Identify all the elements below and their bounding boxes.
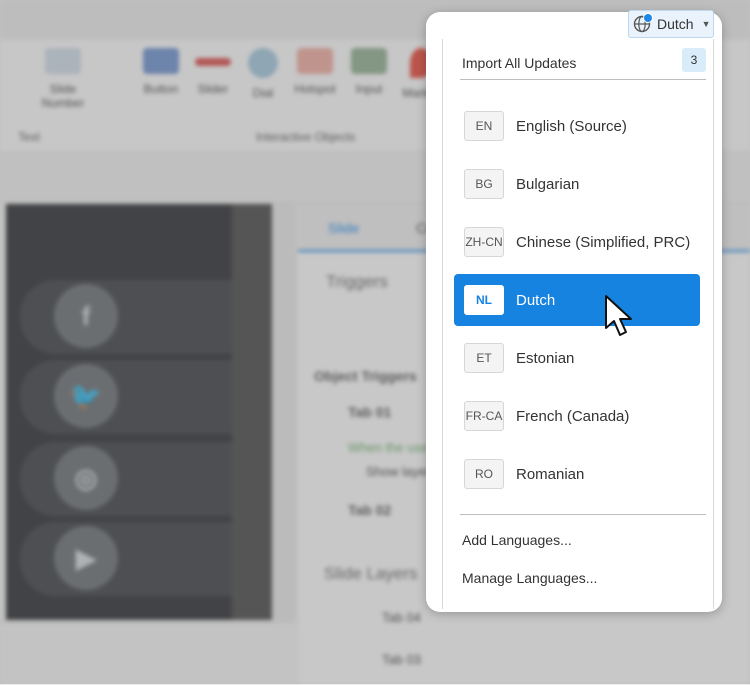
- language-name: French (Canada): [516, 407, 630, 425]
- mouse-pointer-icon: [605, 295, 632, 336]
- language-code: FR-CA: [464, 401, 504, 431]
- manage-languages-item[interactable]: Manage Languages...: [462, 570, 597, 586]
- language-selector-button[interactable]: Dutch ▼: [628, 10, 714, 38]
- language-dropdown-menu: Import All Updates 3 EN English (Source)…: [426, 12, 722, 612]
- updates-count-badge: 3: [682, 48, 706, 72]
- add-languages-item[interactable]: Add Languages...: [462, 532, 572, 548]
- language-item-zh-cn[interactable]: ZH-CN Chinese (Simplified, PRC): [454, 216, 700, 268]
- language-item-bg[interactable]: BG Bulgarian: [454, 158, 700, 210]
- language-code: EN: [464, 111, 504, 141]
- language-code: BG: [464, 169, 504, 199]
- language-name: Chinese (Simplified, PRC): [516, 233, 691, 251]
- language-name: Romanian: [516, 465, 585, 483]
- language-selector-label: Dutch: [657, 16, 694, 32]
- language-item-en[interactable]: EN English (Source): [454, 100, 700, 152]
- language-code: NL: [464, 285, 504, 315]
- separator-bottom: [460, 514, 706, 515]
- language-name: Dutch: [516, 291, 556, 309]
- language-name: English (Source): [516, 117, 627, 135]
- language-code: ET: [464, 343, 504, 373]
- separator-top: [460, 79, 706, 80]
- language-item-fr-ca[interactable]: FR-CA French (Canada): [454, 390, 700, 442]
- chevron-down-icon: ▼: [701, 19, 711, 29]
- language-code: RO: [464, 459, 504, 489]
- language-code: ZH-CN: [464, 227, 504, 257]
- import-all-updates-item[interactable]: Import All Updates 3: [462, 48, 706, 76]
- language-item-ro[interactable]: RO Romanian: [454, 448, 700, 500]
- language-item-nl[interactable]: NL Dutch: [454, 274, 700, 326]
- import-all-updates-label: Import All Updates: [462, 55, 577, 71]
- globe-icon: [633, 13, 653, 33]
- language-item-et[interactable]: ET Estonian: [454, 332, 700, 384]
- language-name: Estonian: [516, 349, 575, 367]
- language-name: Bulgarian: [516, 175, 580, 193]
- update-dot-icon: [643, 13, 653, 23]
